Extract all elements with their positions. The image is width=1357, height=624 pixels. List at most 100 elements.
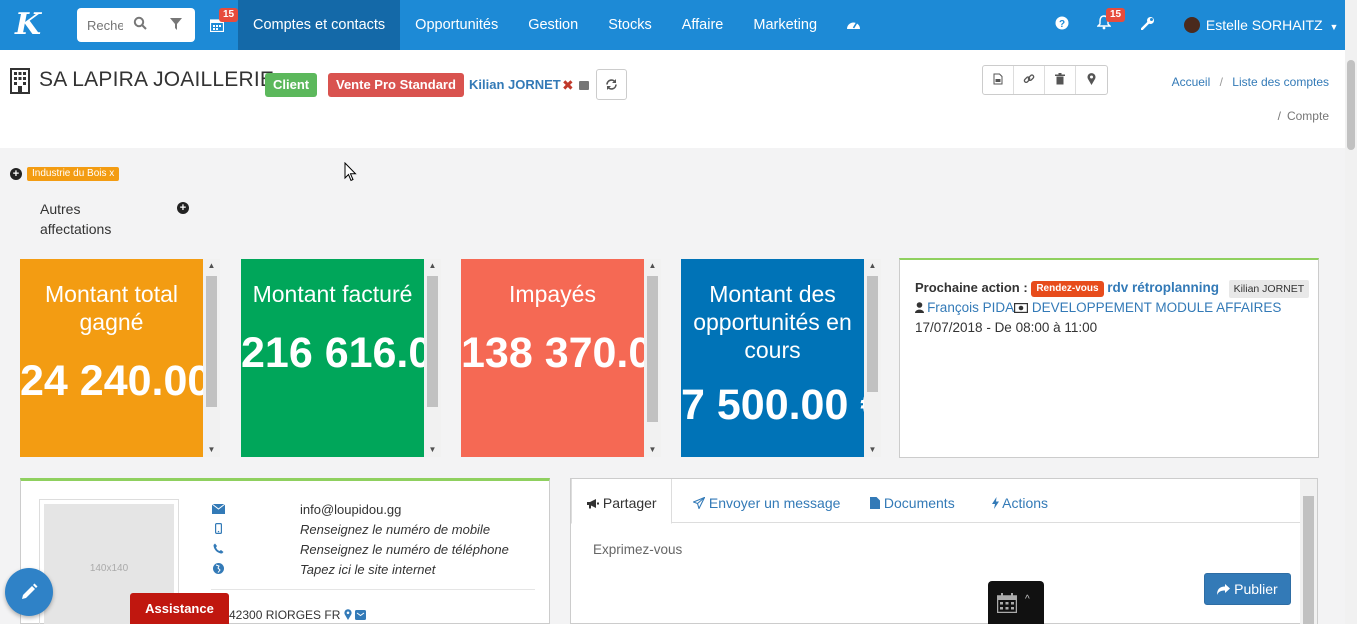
contact-panel: 140x140 info@loupidou.gg Renseignez le n… <box>20 478 550 624</box>
next-action-line: Prochaine action : Rendez-vous rdv rétro… <box>915 280 1310 298</box>
tile-scrollbar[interactable]: ▲ ▼ <box>644 259 661 457</box>
map-marker-icon[interactable] <box>1076 66 1107 94</box>
panel-scrollbar[interactable] <box>1300 479 1317 624</box>
menu-item-opportunities[interactable]: Opportunités <box>400 0 513 50</box>
owner-link[interactable]: Kilian JORNET <box>469 77 561 92</box>
tab-share[interactable]: Partager <box>571 479 672 524</box>
dashboard-icon[interactable] <box>832 0 875 50</box>
money-icon <box>1014 300 1029 315</box>
assignee-tag: Kilian JORNET <box>1228 280 1310 298</box>
address-row: 42300 RIORGES FR <box>229 608 367 622</box>
kpi-title: Montant des opportunités en cours <box>693 281 852 363</box>
social-tabs: Partager Envoyer un message Documents Ac… <box>571 479 1302 524</box>
kpi-tile-body: Montant total gagné 24 240.00 € <box>20 259 203 457</box>
app-logo[interactable]: K <box>8 6 48 44</box>
kpi-tile-body: Impayés 138 370.00 € <box>461 259 644 457</box>
meeting-badge: Rendez-vous <box>1031 281 1104 297</box>
breadcrumb-current: / Compte <box>1277 109 1329 123</box>
user-icon <box>915 302 927 315</box>
remove-owner-icon[interactable]: ✖ <box>562 77 574 94</box>
tile-scrollbar[interactable]: ▲ ▼ <box>424 259 441 457</box>
calendar-icon <box>997 593 1017 613</box>
kpi-value: 138 370.00 € <box>461 329 644 377</box>
menu-item-marketing[interactable]: Marketing <box>738 0 832 50</box>
post-input[interactable]: Exprimez-vous <box>593 542 682 557</box>
filter-icon[interactable] <box>167 16 185 34</box>
breadcrumb-home[interactable]: Accueil <box>1172 75 1211 89</box>
trash-icon[interactable] <box>1045 66 1076 94</box>
pdf-icon[interactable] <box>983 66 1014 94</box>
next-action-label: Prochaine action : <box>915 280 1028 295</box>
client-label: Client <box>265 73 318 97</box>
social-panel: Partager Envoyer un message Documents Ac… <box>570 478 1318 624</box>
user-name: Estelle SORHAITZ <box>1205 17 1323 33</box>
breadcrumb-accounts-list[interactable]: Liste des comptes <box>1232 75 1329 89</box>
address-value: 42300 RIORGES FR <box>229 608 341 622</box>
calendar-widget-button[interactable]: ^ <box>988 581 1044 624</box>
record-actions <box>982 65 1108 95</box>
edit-button[interactable] <box>5 568 53 616</box>
envelope-square-icon[interactable] <box>355 608 367 622</box>
archive-icon[interactable] <box>579 81 589 90</box>
tile-scrollbar[interactable]: ▲ ▼ <box>864 259 881 457</box>
tab-send-message[interactable]: Envoyer un message <box>691 479 840 523</box>
phone-row: Renseignez le numéro de téléphone <box>211 542 509 557</box>
map-marker-icon[interactable] <box>344 608 352 622</box>
contact-link[interactable]: François PIDA <box>927 300 1014 315</box>
chevron-up-icon: ^ <box>1025 594 1030 605</box>
menu-item-accounts[interactable]: Comptes et contacts <box>238 0 401 50</box>
menu-item-stocks[interactable]: Stocks <box>593 0 667 50</box>
caret-down-icon: ▼ <box>1329 22 1339 32</box>
mobile-row: Renseignez le numéro de mobile <box>211 522 490 537</box>
menu-item-business[interactable]: Affaire <box>667 0 739 50</box>
refresh-button[interactable] <box>596 69 627 100</box>
kpi-tile-won: Montant total gagné 24 240.00 € ▲▼ <box>20 259 220 457</box>
wrench-icon[interactable] <box>1140 15 1155 35</box>
website-row: Tapez ici le site internet <box>211 562 435 577</box>
email-value[interactable]: info@loupidou.gg <box>300 502 401 517</box>
breadcrumb: Accueil / Liste des comptes <box>1171 75 1329 89</box>
assistance-button[interactable]: Assistance <box>130 593 229 624</box>
page-scrollbar[interactable] <box>1345 0 1357 624</box>
kpi-tile-opportunities: Montant des opportunités en cours 7 500.… <box>681 259 881 457</box>
website-field[interactable]: Tapez ici le site internet <box>300 562 435 577</box>
next-action-link[interactable]: rdv rétroplanning <box>1107 280 1219 295</box>
calendar-badge: 15 <box>219 8 239 22</box>
search-box <box>77 8 195 42</box>
project-link[interactable]: DEVELOPPEMENT MODULE AFFAIRES <box>1032 300 1282 315</box>
divider <box>211 589 535 590</box>
link-icon[interactable] <box>1014 66 1045 94</box>
bolt-icon <box>992 497 999 509</box>
user-menu[interactable]: Estelle SORHAITZ ▼ <box>1184 14 1338 36</box>
next-action-related: François PIDA DEVELOPPEMENT MODULE AFFAI… <box>915 300 1281 315</box>
envelope-icon <box>211 503 225 517</box>
tab-documents[interactable]: Documents <box>870 479 955 523</box>
page-title: SA LAPIRA JOAILLERIE <box>39 68 275 91</box>
tab-actions[interactable]: Actions <box>992 479 1048 523</box>
segment-label: Vente Pro Standard <box>328 73 464 97</box>
kpi-tile-body: Montant facturé 216 616.00 € <box>241 259 424 457</box>
kpi-tile-invoiced: Montant facturé 216 616.00 € ▲▼ <box>241 259 441 457</box>
add-affectation-icon[interactable]: + <box>177 202 189 214</box>
phone-field[interactable]: Renseignez le numéro de téléphone <box>300 542 509 557</box>
kpi-value: 7 500.00 € <box>681 381 864 429</box>
paper-plane-icon <box>691 496 706 510</box>
email-row: info@loupidou.gg <box>211 502 401 517</box>
main-menu: Comptes et contacts Opportunités Gestion… <box>238 0 875 50</box>
tag-industry[interactable]: Industrie du Bois x <box>27 167 120 181</box>
page-header: SA LAPIRA JOAILLERIE Client Vente Pro St… <box>0 50 1345 148</box>
building-icon <box>10 68 30 94</box>
add-tag-icon[interactable]: + <box>10 168 22 180</box>
mobile-icon <box>211 523 225 537</box>
kpi-title: Impayés <box>509 281 596 307</box>
tile-scrollbar[interactable]: ▲ ▼ <box>203 259 220 457</box>
search-input[interactable] <box>87 15 123 35</box>
kpi-title: Montant total gagné <box>45 281 178 335</box>
mobile-field[interactable]: Renseignez le numéro de mobile <box>300 522 490 537</box>
kpi-value: 216 616.00 € <box>241 329 424 377</box>
publish-button[interactable]: Publier <box>1204 573 1291 605</box>
help-icon[interactable]: ? <box>1055 15 1069 35</box>
menu-item-management[interactable]: Gestion <box>513 0 593 50</box>
search-icon[interactable] <box>131 16 149 34</box>
next-action-panel: Prochaine action : Rendez-vous rdv rétro… <box>899 258 1319 458</box>
